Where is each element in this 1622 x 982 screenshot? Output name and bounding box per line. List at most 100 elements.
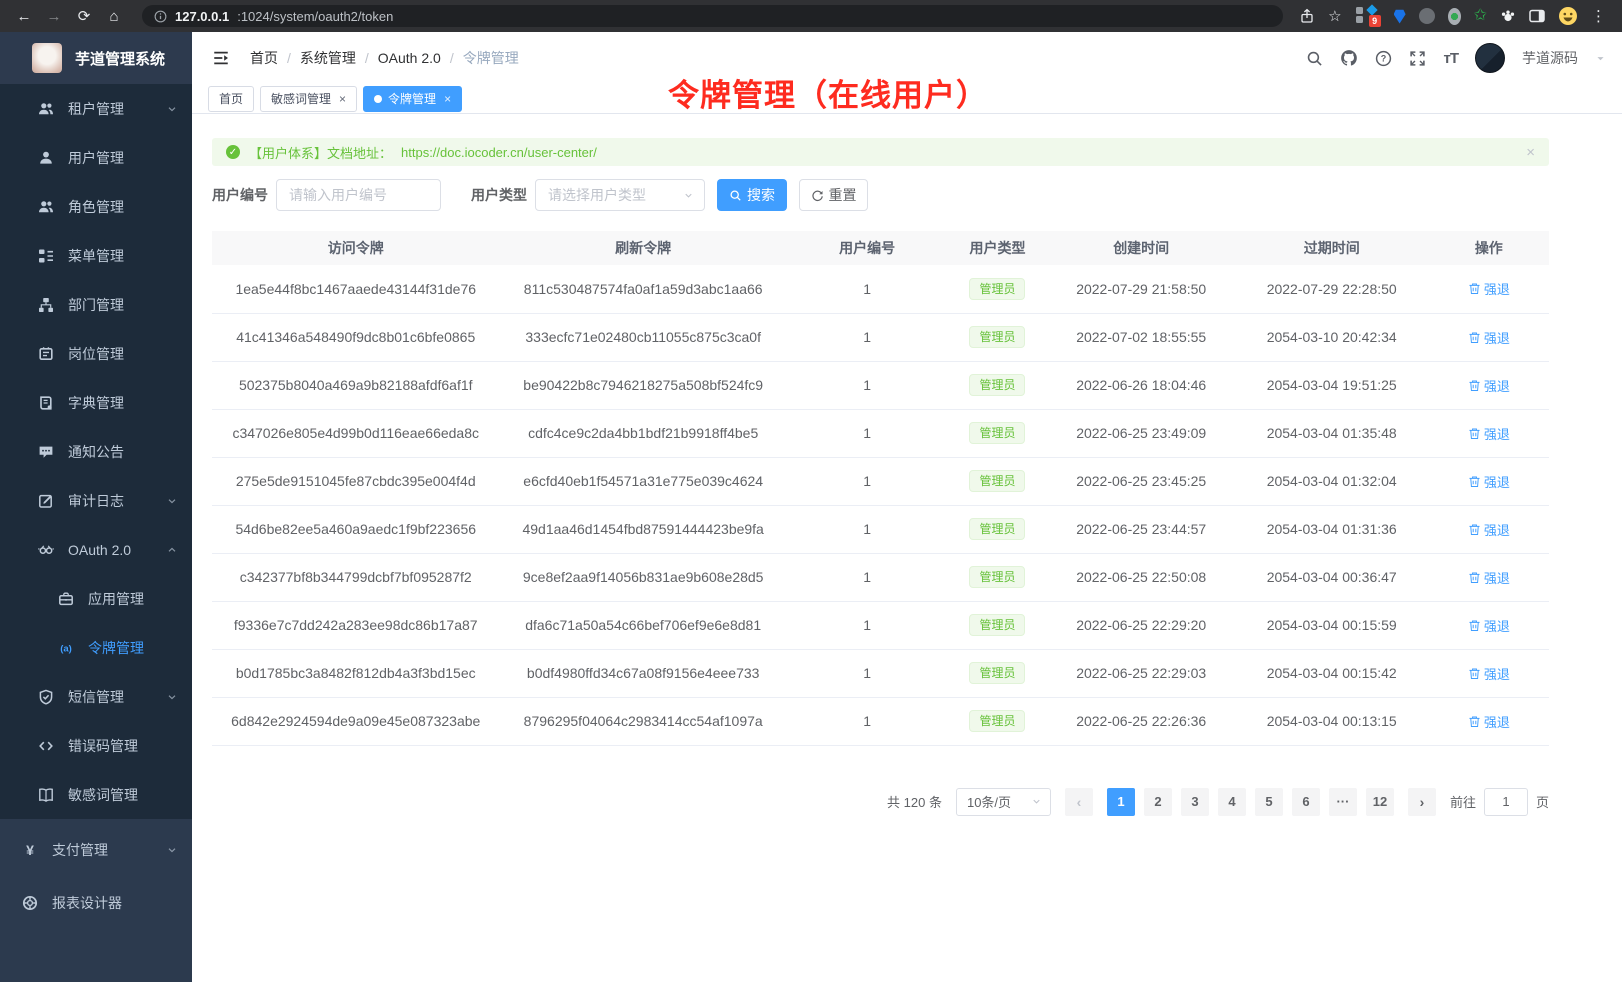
prev-page-button[interactable]: ‹: [1065, 788, 1093, 816]
browser-forward-icon[interactable]: →: [42, 4, 66, 28]
extension-star-icon[interactable]: ✩: [1474, 8, 1487, 24]
tab-close-icon[interactable]: ×: [339, 92, 346, 106]
user-name[interactable]: 芋道源码: [1522, 48, 1578, 68]
action-cell: 强退: [1429, 649, 1549, 697]
extension-drop-icon[interactable]: [1394, 9, 1406, 24]
sidebar-item-app[interactable]: 应用管理: [0, 574, 192, 623]
collapse-sidebar-icon[interactable]: [210, 47, 232, 69]
breadcrumb-item[interactable]: OAuth 2.0: [378, 50, 441, 66]
sidebar-item-label: 岗位管理: [68, 344, 178, 364]
pager-ellipsis[interactable]: ···: [1329, 788, 1357, 816]
sidebar-item-errcode[interactable]: 错误码管理: [0, 721, 192, 770]
bookmark-star-icon[interactable]: ☆: [1328, 9, 1341, 24]
sidebar-item-sms[interactable]: 短信管理: [0, 672, 192, 721]
force-logout-button[interactable]: 强退: [1468, 376, 1510, 395]
force-logout-button[interactable]: 强退: [1468, 568, 1510, 587]
sidebar-item-dept[interactable]: 部门管理: [0, 280, 192, 329]
sidebar-item-label: 字典管理: [68, 393, 178, 413]
sidebar-item-notice[interactable]: 通知公告: [0, 427, 192, 476]
sidebar-item-audit[interactable]: 审计日志: [0, 476, 192, 525]
browser-home-icon[interactable]: ⌂: [102, 4, 126, 28]
browser-reload-icon[interactable]: ⟳: [72, 4, 96, 28]
force-logout-button[interactable]: 强退: [1468, 279, 1510, 298]
page-button-4[interactable]: 4: [1218, 788, 1246, 816]
table-row: 6d842e2924594de9a09e45e087323abe8796295f…: [212, 697, 1549, 745]
users-icon: [38, 199, 54, 215]
font-size-icon[interactable]: тT: [1443, 50, 1458, 67]
sidebar-item-user[interactable]: 用户管理: [0, 133, 192, 182]
tab-sensitive-word[interactable]: 敏感词管理×: [260, 86, 357, 112]
app-logo[interactable]: 芋道管理系统: [0, 32, 192, 84]
created-time-cell: 2022-06-25 22:29:20: [1048, 601, 1235, 649]
sidebar-item-role[interactable]: 角色管理: [0, 182, 192, 231]
page-button-12[interactable]: 12: [1366, 788, 1394, 816]
sidebar-item-oauth[interactable]: OAuth 2.0: [0, 525, 192, 574]
page-button-5[interactable]: 5: [1255, 788, 1283, 816]
table-row: 275e5de9151045fe87cbdc395e004f4de6cfd40e…: [212, 457, 1549, 505]
side-panel-icon[interactable]: [1529, 8, 1545, 24]
alert-doc-link[interactable]: https://doc.iocoder.cn/user-center/: [401, 145, 597, 160]
breadcrumb-item[interactable]: 首页: [250, 48, 278, 68]
page-button-1[interactable]: 1: [1107, 788, 1135, 816]
sidebar-item-dict[interactable]: 字典管理: [0, 378, 192, 427]
next-page-button[interactable]: ›: [1408, 788, 1436, 816]
search-icon[interactable]: [1306, 50, 1323, 67]
force-logout-button[interactable]: 强退: [1468, 616, 1510, 635]
svg-text:(a): (a): [60, 643, 72, 654]
sidebar-item-tenant[interactable]: 租户管理: [0, 84, 192, 133]
chevron-down-icon[interactable]: [1595, 53, 1606, 64]
profile-emoji-avatar[interactable]: [1558, 6, 1578, 26]
sidebar-item-post[interactable]: 岗位管理: [0, 329, 192, 378]
breadcrumb-separator: /: [287, 50, 291, 66]
user-id-label: 用户编号: [212, 185, 268, 205]
browser-back-icon[interactable]: ←: [12, 4, 36, 28]
force-logout-label: 强退: [1484, 424, 1510, 443]
alert-close-icon[interactable]: ×: [1526, 144, 1535, 161]
force-logout-button[interactable]: 强退: [1468, 472, 1510, 491]
sidebar-item-token[interactable]: (a)令牌管理: [0, 623, 192, 672]
extension-group-icon[interactable]: 9: [1355, 5, 1381, 27]
page-button-6[interactable]: 6: [1292, 788, 1320, 816]
search-button[interactable]: 搜索: [717, 179, 787, 211]
screen: ← → ⟳ ⌂ 127.0.0.1:1024/system/oauth2/tok…: [0, 0, 1622, 982]
goto-suffix: 页: [1536, 792, 1549, 811]
sidebar-item-menu[interactable]: 菜单管理: [0, 231, 192, 280]
tab-home[interactable]: 首页: [208, 86, 254, 112]
reset-button[interactable]: 重置: [799, 179, 868, 211]
breadcrumb-item[interactable]: 系统管理: [300, 48, 356, 68]
extension-oval-icon[interactable]: [1448, 8, 1461, 25]
force-logout-button[interactable]: 强退: [1468, 664, 1510, 683]
sidebar-item-sensitive[interactable]: 敏感词管理: [0, 770, 192, 819]
force-logout-button[interactable]: 强退: [1468, 424, 1510, 443]
help-icon[interactable]: ?: [1375, 50, 1392, 67]
comment-icon: [38, 444, 54, 460]
tab-token[interactable]: 令牌管理×: [363, 86, 462, 112]
force-logout-button[interactable]: 强退: [1468, 712, 1510, 731]
address-bar[interactable]: 127.0.0.1:1024/system/oauth2/token: [142, 5, 1283, 27]
tab-close-icon[interactable]: ×: [444, 92, 451, 106]
sidebar-item-report[interactable]: 报表设计器: [0, 876, 192, 929]
chevron-down-icon: [166, 844, 178, 856]
force-logout-button[interactable]: 强退: [1468, 520, 1510, 539]
share-icon[interactable]: [1299, 8, 1315, 24]
sidebar-item-pay[interactable]: ¥支付管理: [0, 823, 192, 876]
page-button-2[interactable]: 2: [1144, 788, 1172, 816]
user-id-input[interactable]: [276, 179, 441, 211]
user-type-select[interactable]: 请选择用户类型: [535, 179, 705, 211]
access-token-cell: 1ea5e44f8bc1467aaede43144f31de76: [212, 265, 499, 313]
force-logout-button[interactable]: 强退: [1468, 328, 1510, 347]
user-type-tag: 管理员: [969, 278, 1025, 300]
user-id-cell: 1: [787, 265, 947, 313]
github-icon[interactable]: [1340, 49, 1358, 67]
goto-page-input[interactable]: [1484, 788, 1528, 816]
tree-icon: [38, 248, 54, 264]
page-button-3[interactable]: 3: [1181, 788, 1209, 816]
extension-circle-icon[interactable]: [1419, 8, 1435, 24]
browser-menu-icon[interactable]: ⋮: [1591, 9, 1606, 24]
fullscreen-icon[interactable]: [1409, 50, 1426, 67]
extension-paw-icon[interactable]: [1500, 8, 1516, 24]
site-info-icon[interactable]: [154, 10, 167, 23]
user-type-cell: 管理员: [947, 457, 1047, 505]
user-avatar[interactable]: [1475, 43, 1505, 73]
page-size-select[interactable]: 10条/页: [956, 788, 1051, 816]
